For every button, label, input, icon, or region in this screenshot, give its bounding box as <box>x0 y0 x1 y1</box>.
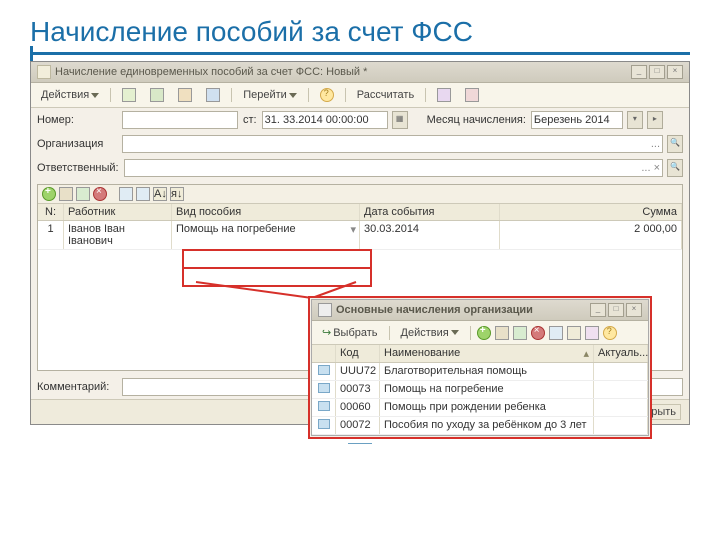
title-underline <box>30 52 690 55</box>
popup-titlebar: Основные начисления организации _ □ × <box>312 300 648 321</box>
highlight-type-header <box>182 249 372 269</box>
popup-max-button[interactable]: □ <box>608 303 624 317</box>
number-label: Номер: <box>37 114 117 126</box>
app-icon <box>37 65 51 79</box>
number-input[interactable] <box>122 111 238 129</box>
resp-label: Ответственный: <box>37 162 119 174</box>
list-item[interactable]: 00060Помощь при рождении ребенка <box>312 399 648 417</box>
toolbar-icon-4[interactable] <box>201 86 225 104</box>
toolbar-icon-1[interactable] <box>117 86 141 104</box>
list-item[interactable]: 00072Пособия по уходу за ребёнком до 3 л… <box>312 417 648 435</box>
main-toolbar: Действия Перейти Рассчитать <box>31 83 689 108</box>
popup-actions-menu[interactable]: Действия <box>396 325 464 341</box>
cell-date: 30.03.2014 <box>360 221 500 249</box>
col-sum[interactable]: Сумма <box>500 204 682 220</box>
comment-label: Комментарий: <box>37 381 117 393</box>
col-employee[interactable]: Работник <box>64 204 172 220</box>
toolbar-icon-6[interactable] <box>460 86 484 104</box>
org-lookup-button[interactable]: 🔍 <box>667 135 683 153</box>
popup-col-actual[interactable]: Актуаль... <box>594 345 648 362</box>
toolbar-icon-2[interactable] <box>145 86 169 104</box>
col-type[interactable]: Вид пособия <box>172 204 360 220</box>
popup-grid-header: Код Наименование ▴ Актуаль... <box>312 345 648 363</box>
cell-type[interactable]: Помощь на погребение▾ <box>172 221 360 249</box>
month-prev-button[interactable]: ▾ <box>627 111 643 129</box>
lookup-popup: Основные начисления организации _ □ × ↪ … <box>308 296 652 439</box>
popup-min-button[interactable]: _ <box>590 303 606 317</box>
month-input[interactable]: Березень 2014 <box>531 111 623 129</box>
popup-select-button[interactable]: ↪ Выбрать <box>317 324 383 341</box>
popup-tb4-icon[interactable] <box>567 326 581 340</box>
popup-tb2-icon[interactable] <box>513 326 527 340</box>
goto-menu[interactable]: Перейти <box>238 87 302 103</box>
org-label: Организация <box>37 138 117 150</box>
month-next-button[interactable]: ▸ <box>647 111 663 129</box>
list-item[interactable]: UUU72Благотворительная помощь <box>312 363 648 381</box>
popup-tb5-icon[interactable] <box>585 326 599 340</box>
cell-employee: Іванов Іван Іванович <box>64 221 172 249</box>
add-row-icon[interactable] <box>42 187 56 201</box>
resp-lookup-button[interactable]: 🔍 <box>667 159 683 177</box>
close-button[interactable]: × <box>667 65 683 79</box>
cell-n: 1 <box>38 221 64 249</box>
popup-icon <box>318 303 332 317</box>
grid-header: N: Работник Вид пособия Дата события Сум… <box>38 204 682 221</box>
date-input[interactable]: 31. 33.2014 00:00:00 <box>262 111 388 129</box>
maximize-button[interactable]: □ <box>649 65 665 79</box>
help-button[interactable] <box>315 86 339 104</box>
grid-toolbar: A↓ я↓ <box>38 185 682 204</box>
table-row[interactable]: 1 Іванов Іван Іванович Помощь на погребе… <box>38 221 682 250</box>
highlight-type-cell <box>182 267 372 287</box>
calc-button[interactable]: Рассчитать <box>352 87 419 103</box>
copy-row-icon[interactable] <box>76 187 90 201</box>
resp-input[interactable]: ... × <box>124 159 663 177</box>
cell-sum: 2 000,00 <box>500 221 682 249</box>
slide-title: Начисление пособий за счет ФСС <box>30 16 690 48</box>
toolbar-icon-5[interactable] <box>432 86 456 104</box>
list-item[interactable]: 00073Помощь на погребение <box>312 381 648 399</box>
popup-help-icon[interactable] <box>603 326 617 340</box>
sort-asc-icon[interactable]: A↓ <box>153 187 167 201</box>
move-up-icon[interactable] <box>119 187 133 201</box>
col-date[interactable]: Дата события <box>360 204 500 220</box>
org-input[interactable]: ... <box>122 135 663 153</box>
popup-col-name[interactable]: Наименование ▴ <box>380 345 594 362</box>
popup-col-code[interactable]: Код <box>336 345 380 362</box>
popup-title: Основные начисления организации <box>336 304 533 316</box>
popup-tb3-icon[interactable] <box>549 326 563 340</box>
col-n[interactable]: N: <box>38 204 64 220</box>
popup-close-button[interactable]: × <box>626 303 642 317</box>
window-title: Начисление единовременных пособий за сче… <box>55 66 367 78</box>
edit-row-icon[interactable] <box>59 187 73 201</box>
minimize-button[interactable]: _ <box>631 65 647 79</box>
month-label: Месяц начисления: <box>427 114 526 126</box>
toolbar-icon-3[interactable] <box>173 86 197 104</box>
actions-menu[interactable]: Действия <box>36 87 104 103</box>
popup-tb1-icon[interactable] <box>495 326 509 340</box>
window-titlebar: Начисление единовременных пособий за сче… <box>31 62 689 83</box>
date-picker-button[interactable]: ▦ <box>392 111 408 129</box>
popup-add-icon[interactable] <box>477 326 491 340</box>
move-down-icon[interactable] <box>136 187 150 201</box>
sort-desc-icon[interactable]: я↓ <box>170 187 184 201</box>
popup-toolbar: ↪ Выбрать Действия <box>312 321 648 345</box>
delete-row-icon[interactable] <box>93 187 107 201</box>
date-label: ст: <box>243 114 257 126</box>
popup-del-icon[interactable] <box>531 326 545 340</box>
